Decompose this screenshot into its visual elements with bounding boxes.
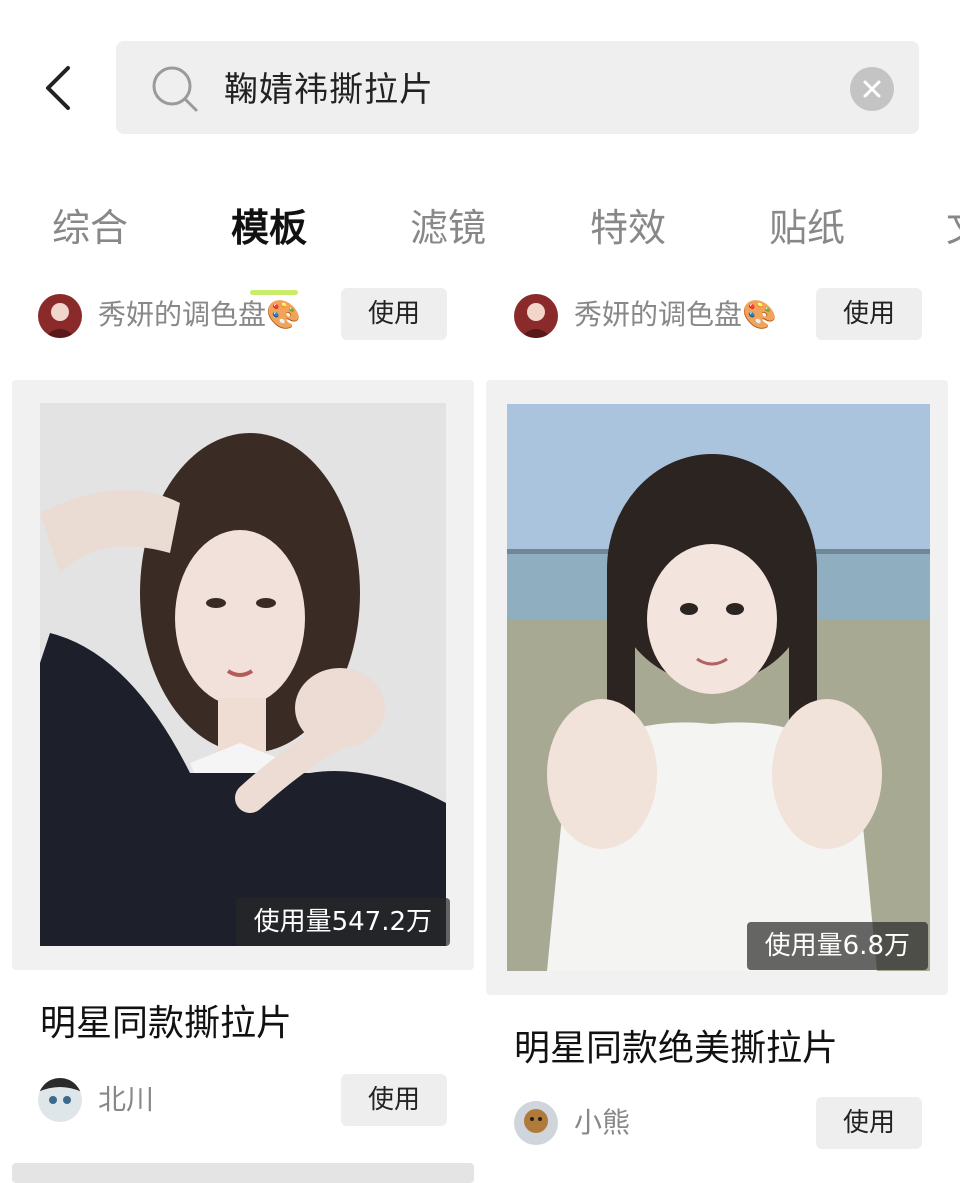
- tab-comprehensive[interactable]: 综合: [52, 200, 128, 256]
- author-name[interactable]: 小熊: [574, 1101, 630, 1145]
- author-name[interactable]: 秀妍的调色盘🎨: [98, 293, 301, 337]
- template-preview-image[interactable]: [507, 404, 930, 971]
- use-button[interactable]: 使用: [816, 288, 922, 340]
- chevron-left-icon: [46, 66, 70, 110]
- author-name[interactable]: 北川: [98, 1078, 154, 1122]
- template-title[interactable]: 明星同款绝美撕拉片: [514, 1021, 838, 1077]
- template-title[interactable]: 明星同款撕拉片: [40, 996, 292, 1052]
- tab-text[interactable]: 文: [946, 200, 960, 256]
- template-card[interactable]: [12, 1163, 474, 1183]
- usage-count-badge: 使用量6.8万: [746, 922, 928, 970]
- search-icon: [150, 64, 200, 114]
- avatar[interactable]: [514, 1101, 558, 1145]
- clear-search-button[interactable]: [850, 67, 894, 111]
- tab-filters[interactable]: 滤镜: [410, 200, 486, 256]
- use-button[interactable]: 使用: [341, 288, 447, 340]
- author-name[interactable]: 秀妍的调色盘🎨: [574, 293, 777, 337]
- tab-effects[interactable]: 特效: [590, 200, 666, 256]
- avatar[interactable]: [38, 1078, 82, 1122]
- use-button[interactable]: 使用: [341, 1074, 447, 1126]
- tab-stickers[interactable]: 贴纸: [769, 200, 845, 256]
- back-button[interactable]: [30, 58, 90, 118]
- usage-count-badge: 使用量547.2万: [235, 898, 450, 946]
- search-input[interactable]: 鞠婧祎撕拉片: [224, 64, 434, 116]
- tab-templates[interactable]: 模板: [231, 200, 307, 256]
- avatar[interactable]: [514, 294, 558, 338]
- template-preview-image[interactable]: [40, 403, 446, 946]
- close-icon: [863, 80, 881, 98]
- use-button[interactable]: 使用: [816, 1097, 922, 1149]
- avatar[interactable]: [38, 294, 82, 338]
